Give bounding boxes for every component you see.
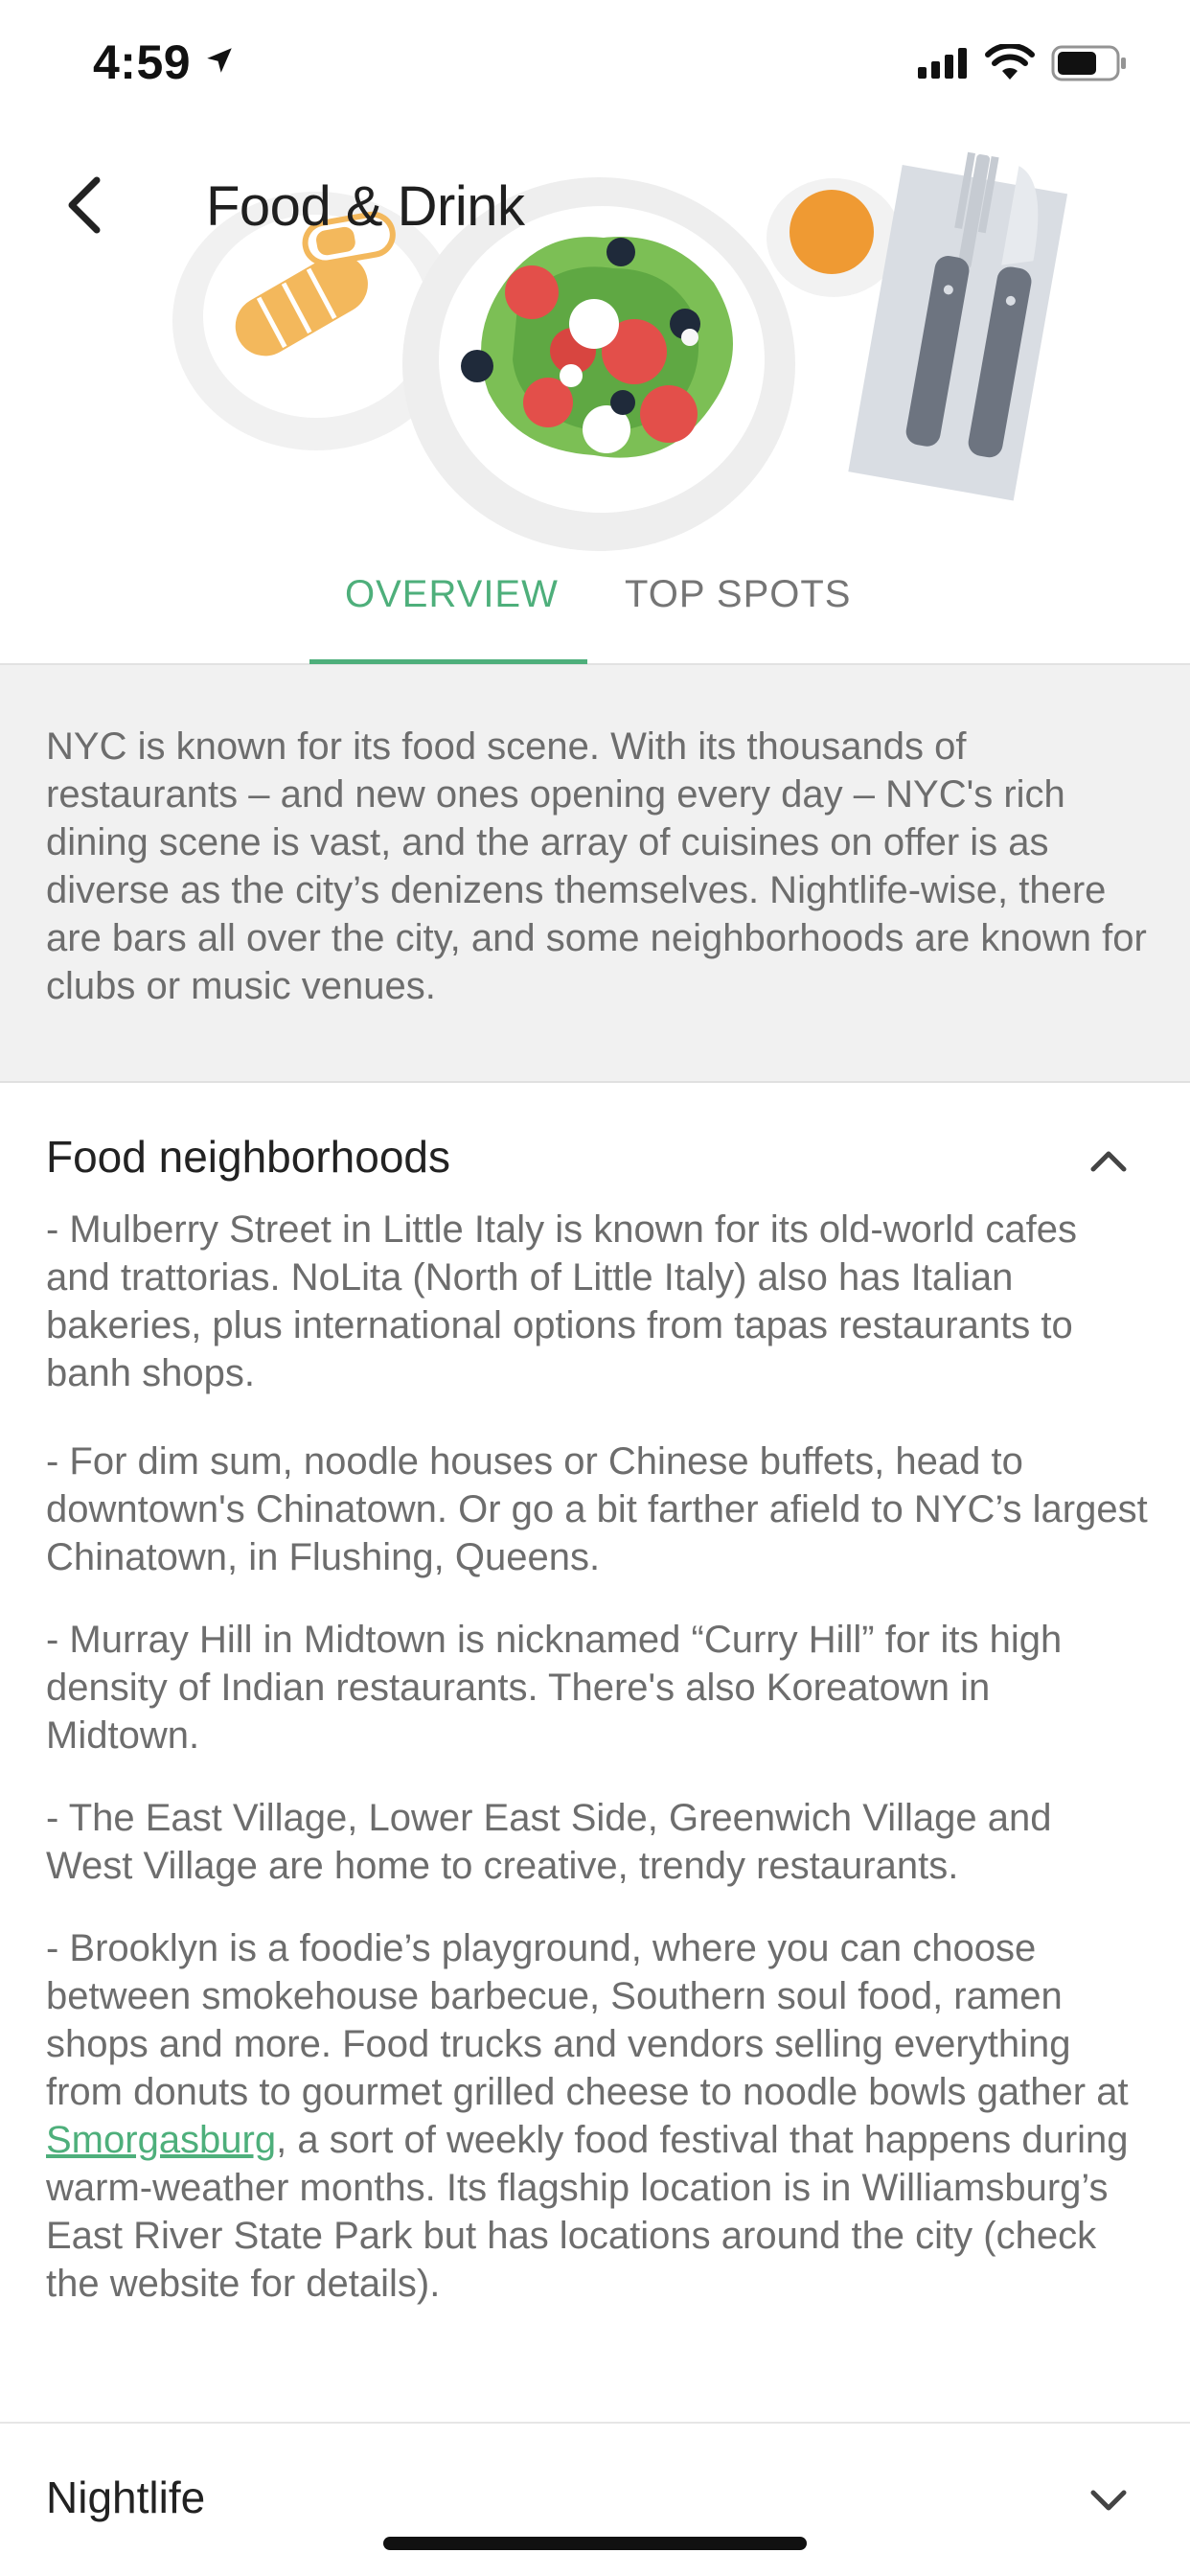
paragraph-curry-hill: - Murray Hill in Midtown is nicknamed “C… <box>46 1619 1063 1757</box>
overview-summary: NYC is known for its food scene. With it… <box>0 665 1190 1083</box>
page-title: Food & Drink <box>206 175 525 238</box>
paragraph-chinatown: - For dim sum, noodle houses or Chinese … <box>46 1440 1148 1578</box>
status-time: 4:59 <box>93 35 192 89</box>
food-plates-illustration <box>172 151 1068 551</box>
chevron-down-icon <box>1090 2490 1127 2511</box>
location-arrow-icon <box>207 48 232 73</box>
tab-bar: OVERVIEW TOP SPOTS <box>0 556 1190 665</box>
paragraph-brooklyn-start: - Brooklyn is a foodie’s playground, whe… <box>46 1927 1129 2113</box>
header: Food & Drink <box>0 125 1190 585</box>
chevron-up-icon <box>1090 1151 1127 1172</box>
smorgasburg-link[interactable]: Smorgasburg <box>46 2119 276 2161</box>
chevron-left-icon <box>68 176 101 234</box>
battery-icon <box>1051 45 1126 81</box>
section-title: Food neighborhoods <box>46 1132 450 1182</box>
paragraph-little-italy: - Mulberry Street in Little Italy is kno… <box>46 1208 1077 1394</box>
summary-text: NYC is known for its food scene. With it… <box>46 725 1147 1007</box>
wifi-icon <box>985 44 1035 80</box>
nightlife-header[interactable]: Nightlife <box>0 2424 1190 2576</box>
cellular-signal-icon <box>918 48 967 79</box>
home-indicator[interactable] <box>383 2537 807 2550</box>
paragraph-brooklyn: - Brooklyn is a foodie’s playground, whe… <box>46 1924 1148 2308</box>
tab-top-spots[interactable]: TOP SPOTS <box>625 573 851 616</box>
status-bar: 4:59 <box>0 0 1190 125</box>
tab-overview[interactable]: OVERVIEW <box>345 573 559 616</box>
back-button[interactable] <box>50 167 117 243</box>
paragraph-east-village: - The East Village, Lower East Side, Gre… <box>46 1797 1052 1887</box>
screen: 4:59 Food & Drink OVERVIEW TOP SPOTS NYC… <box>0 0 1190 2576</box>
active-tab-indicator <box>309 659 587 664</box>
section-title: Nightlife <box>46 2472 206 2522</box>
